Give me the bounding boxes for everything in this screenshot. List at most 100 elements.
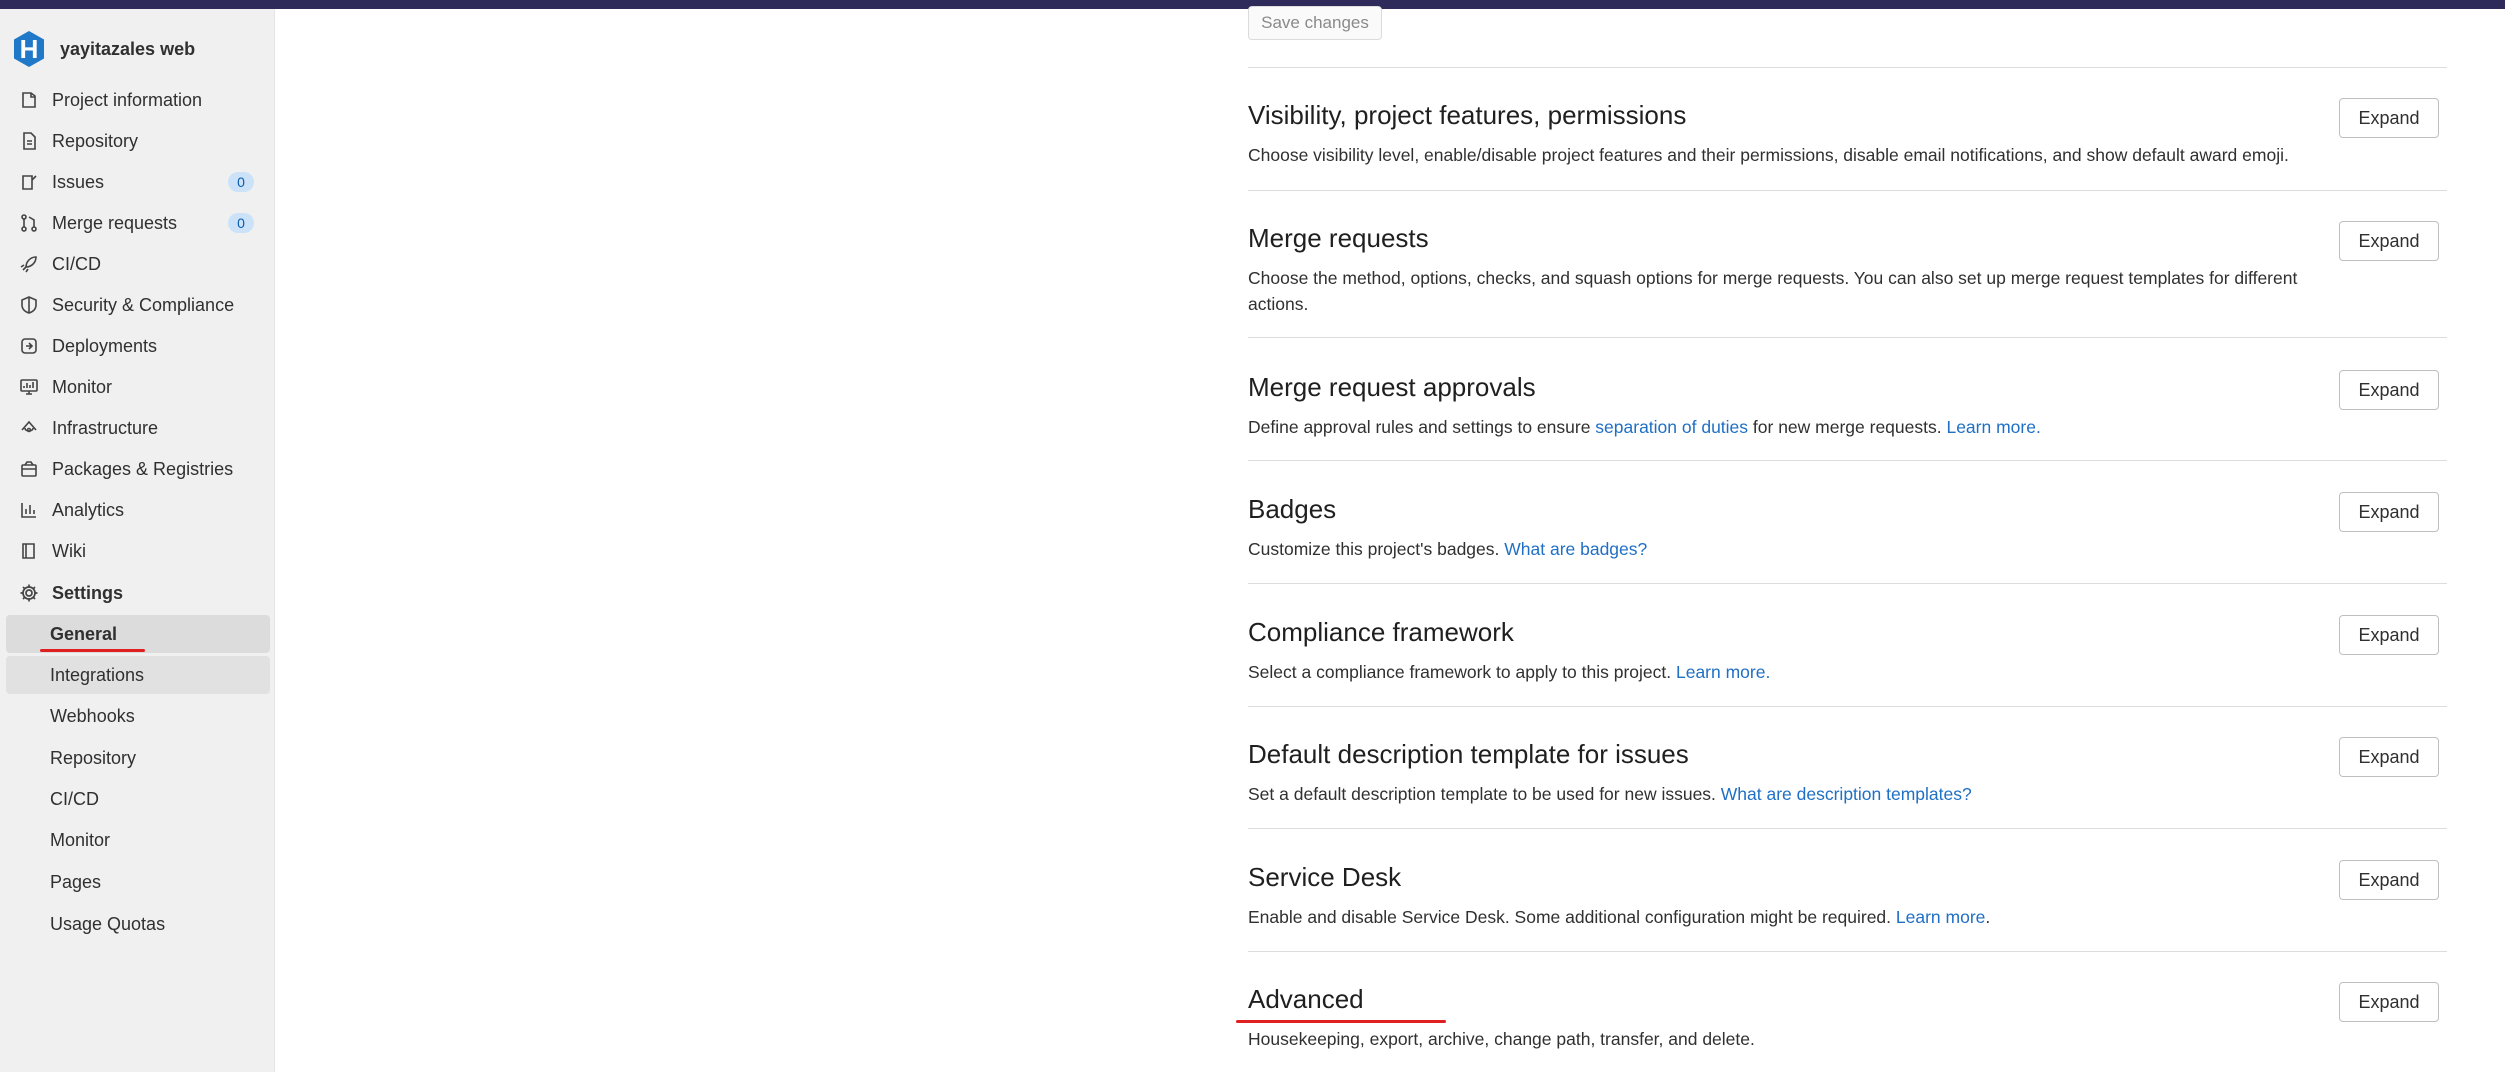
- project-icon: [18, 89, 40, 111]
- sidebar-item-label: Repository: [52, 130, 139, 151]
- sidebar-item-label: Settings: [52, 582, 124, 603]
- doc-icon: [18, 130, 40, 152]
- expand-button-compliance[interactable]: Expand: [2339, 615, 2439, 655]
- sidebar-item-security-compliance[interactable]: Security & Compliance: [6, 286, 270, 324]
- book-icon: [18, 540, 40, 562]
- section-title: Merge requests: [1248, 223, 1429, 253]
- settings-main: Save changes Visibility, project feature…: [1236, 0, 2448, 1072]
- divider: [1248, 951, 2447, 952]
- section-title: Compliance framework: [1248, 617, 1514, 647]
- divider: [1248, 828, 2447, 829]
- divider: [1248, 706, 2447, 707]
- divider: [1248, 583, 2447, 584]
- sidebar-subitem-label: CI/CD: [50, 788, 99, 809]
- separation-of-duties-link[interactable]: separation of duties: [1595, 417, 1748, 437]
- sidebar-item-merge-requests[interactable]: Merge requests 0: [6, 204, 270, 242]
- sidebar-item-project-information[interactable]: Project information: [6, 81, 270, 119]
- shield-icon: [18, 294, 40, 316]
- merge-requests-count-badge: 0: [228, 213, 254, 233]
- section-description: Define approval rules and settings to en…: [1248, 417, 2041, 437]
- sidebar-subitem-label: Pages: [50, 871, 102, 892]
- issues-count-badge: 0: [228, 172, 254, 192]
- sidebar-subitem-general[interactable]: General: [6, 615, 270, 653]
- sidebar-item-label: Packages & Registries: [52, 458, 234, 479]
- sidebar-subitem-label: Usage Quotas: [50, 913, 166, 934]
- expand-button-description-template[interactable]: Expand: [2339, 737, 2439, 777]
- sidebar-subitem-ci-cd[interactable]: CI/CD: [6, 780, 270, 818]
- sidebar-item-label: Infrastructure: [52, 417, 159, 438]
- sidebar-item-label: CI/CD: [52, 253, 101, 274]
- sidebar-item-packages-registries[interactable]: Packages & Registries: [6, 450, 270, 488]
- section-description: Enable and disable Service Desk. Some ad…: [1248, 907, 1991, 927]
- sidebar-subitem-label: Webhooks: [50, 705, 135, 726]
- sidebar-item-issues[interactable]: Issues 0: [6, 163, 270, 201]
- deployments-icon: [18, 335, 40, 357]
- sidebar-item-settings[interactable]: Settings: [6, 574, 270, 612]
- expand-button-visibility[interactable]: Expand: [2339, 98, 2439, 138]
- section-description: Housekeeping, export, archive, change pa…: [1248, 1029, 1755, 1049]
- section-title: Visibility, project features, permission…: [1248, 100, 1687, 130]
- sidebar-item-deployments[interactable]: Deployments: [6, 327, 270, 365]
- learn-more-link[interactable]: Learn more.: [1946, 417, 2040, 437]
- expand-button-advanced[interactable]: Expand: [2339, 982, 2439, 1022]
- section-description: Select a compliance framework to apply t…: [1248, 662, 1771, 682]
- divider: [1248, 190, 2447, 191]
- sidebar-subitem-usage-quotas[interactable]: Usage Quotas: [6, 905, 270, 943]
- sidebar-item-label: Monitor: [52, 376, 113, 397]
- sidebar-subitem-pages[interactable]: Pages: [6, 863, 270, 901]
- sidebar-item-label: Project information: [52, 89, 203, 110]
- sidebar-item-label: Wiki: [52, 540, 86, 561]
- sidebar-item-label: Issues: [52, 171, 105, 192]
- sidebar-item-wiki[interactable]: Wiki: [6, 532, 270, 570]
- project-header[interactable]: H yayitazales web: [12, 23, 267, 75]
- section-title: Service Desk: [1248, 862, 1402, 892]
- expand-button-badges[interactable]: Expand: [2339, 492, 2439, 532]
- sidebar-subitem-integrations[interactable]: Integrations: [6, 656, 270, 694]
- learn-more-link[interactable]: Learn more.: [1676, 662, 1770, 682]
- what-are-badges-link[interactable]: What are badges?: [1504, 539, 1647, 559]
- section-description: Set a default description template to be…: [1248, 784, 1972, 804]
- annotation-underline-general: [40, 649, 145, 652]
- sidebar-item-label: Security & Compliance: [52, 294, 235, 315]
- sidebar: H yayitazales web Project information Re…: [0, 9, 275, 1072]
- divider: [1248, 337, 2447, 338]
- divider: [1248, 460, 2447, 461]
- save-changes-button[interactable]: Save changes: [1248, 6, 1382, 40]
- sidebar-subitem-label: General: [50, 623, 118, 644]
- section-title: Advanced: [1248, 984, 1364, 1014]
- section-description: Choose visibility level, enable/disable …: [1248, 145, 2289, 165]
- sidebar-item-monitor[interactable]: Monitor: [6, 368, 270, 406]
- sidebar-item-label: Deployments: [52, 335, 158, 356]
- merge-request-icon: [18, 212, 40, 234]
- section-description: Choose the method, options, checks, and …: [1248, 268, 2298, 314]
- project-avatar: H: [12, 30, 46, 68]
- expand-button-service-desk[interactable]: Expand: [2339, 860, 2439, 900]
- learn-more-link[interactable]: Learn more: [1896, 907, 1986, 927]
- cloud-icon: [18, 417, 40, 439]
- package-icon: [18, 458, 40, 480]
- sidebar-subitem-label: Repository: [50, 747, 137, 768]
- expand-button-approvals[interactable]: Expand: [2339, 370, 2439, 410]
- sidebar-subitem-repository[interactable]: Repository: [6, 739, 270, 777]
- sidebar-subitem-label: Integrations: [50, 664, 145, 685]
- section-title: Merge request approvals: [1248, 372, 1536, 402]
- section-title: Badges: [1248, 494, 1337, 524]
- chart-icon: [18, 499, 40, 521]
- description-templates-link[interactable]: What are description templates?: [1721, 784, 1972, 804]
- sidebar-subitem-label: Monitor: [50, 829, 111, 850]
- issues-icon: [18, 171, 40, 193]
- expand-button-merge-requests[interactable]: Expand: [2339, 221, 2439, 261]
- monitor-icon: [18, 376, 40, 398]
- divider: [1248, 67, 2447, 68]
- section-title: Default description template for issues: [1248, 739, 1689, 769]
- sidebar-subitem-webhooks[interactable]: Webhooks: [6, 697, 270, 735]
- sidebar-item-repository[interactable]: Repository: [6, 122, 270, 160]
- sidebar-item-label: Merge requests: [52, 212, 178, 233]
- sidebar-subitem-monitor[interactable]: Monitor: [6, 821, 270, 859]
- sidebar-item-ci-cd[interactable]: CI/CD: [6, 245, 270, 283]
- sidebar-item-infrastructure[interactable]: Infrastructure: [6, 409, 270, 447]
- sidebar-item-analytics[interactable]: Analytics: [6, 491, 270, 529]
- annotation-underline-advanced: [1236, 1020, 1446, 1023]
- rocket-icon: [18, 253, 40, 275]
- sidebar-item-label: Analytics: [52, 499, 125, 520]
